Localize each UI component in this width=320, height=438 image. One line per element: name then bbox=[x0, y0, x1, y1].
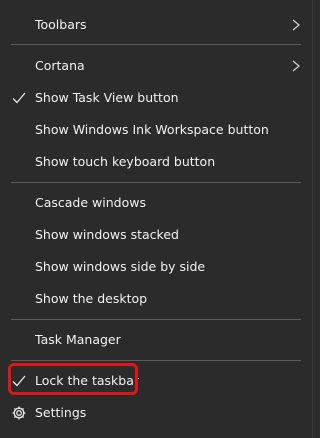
gear-icon bbox=[12, 406, 26, 420]
menu-item-show-windows-stacked[interactable]: Show windows stacked bbox=[0, 219, 313, 251]
menu-item-label: Show the desktop bbox=[35, 291, 148, 306]
menu-separator bbox=[11, 360, 301, 361]
menu-item-label: Settings bbox=[35, 405, 87, 420]
menu-item-show-task-view[interactable]: Show Task View button bbox=[0, 82, 313, 114]
menu-item-settings[interactable]: Settings bbox=[0, 397, 313, 429]
menu-separator bbox=[11, 182, 301, 183]
menu-item-toolbars[interactable]: Toolbars bbox=[0, 9, 313, 41]
menu-item-show-windows-side-by-side[interactable]: Show windows side by side bbox=[0, 251, 313, 283]
taskbar-context-menu: Toolbars Cortana Show Task View button S… bbox=[0, 0, 313, 438]
checkmark-icon bbox=[12, 92, 26, 104]
menu-item-label: Cortana bbox=[35, 58, 85, 73]
menu-item-label: Show windows stacked bbox=[35, 227, 179, 242]
menu-item-label: Show windows side by side bbox=[35, 259, 206, 274]
menu-item-show-desktop[interactable]: Show the desktop bbox=[0, 283, 313, 315]
menu-item-show-ink-workspace[interactable]: Show Windows Ink Workspace button bbox=[0, 114, 313, 146]
menu-item-label: Show Task View button bbox=[35, 90, 179, 105]
menu-separator bbox=[11, 319, 301, 320]
menu-separator bbox=[11, 44, 301, 45]
menu-item-label: Toolbars bbox=[35, 17, 87, 32]
menu-item-cascade-windows[interactable]: Cascade windows bbox=[0, 187, 313, 219]
menu-item-label: Cascade windows bbox=[35, 195, 146, 210]
menu-item-label: Lock the taskbar bbox=[35, 373, 140, 388]
menu-item-show-touch-keyboard[interactable]: Show touch keyboard button bbox=[0, 146, 313, 178]
checkmark-icon bbox=[12, 375, 26, 387]
chevron-right-icon bbox=[292, 60, 300, 72]
menu-item-label: Show touch keyboard button bbox=[35, 154, 216, 169]
menu-item-label: Task Manager bbox=[35, 332, 121, 347]
menu-item-cortana[interactable]: Cortana bbox=[0, 50, 313, 82]
chevron-right-icon bbox=[292, 19, 300, 31]
menu-item-label: Show Windows Ink Workspace button bbox=[35, 122, 269, 137]
menu-item-task-manager[interactable]: Task Manager bbox=[0, 324, 313, 356]
menu-item-lock-taskbar[interactable]: Lock the taskbar bbox=[0, 365, 313, 397]
